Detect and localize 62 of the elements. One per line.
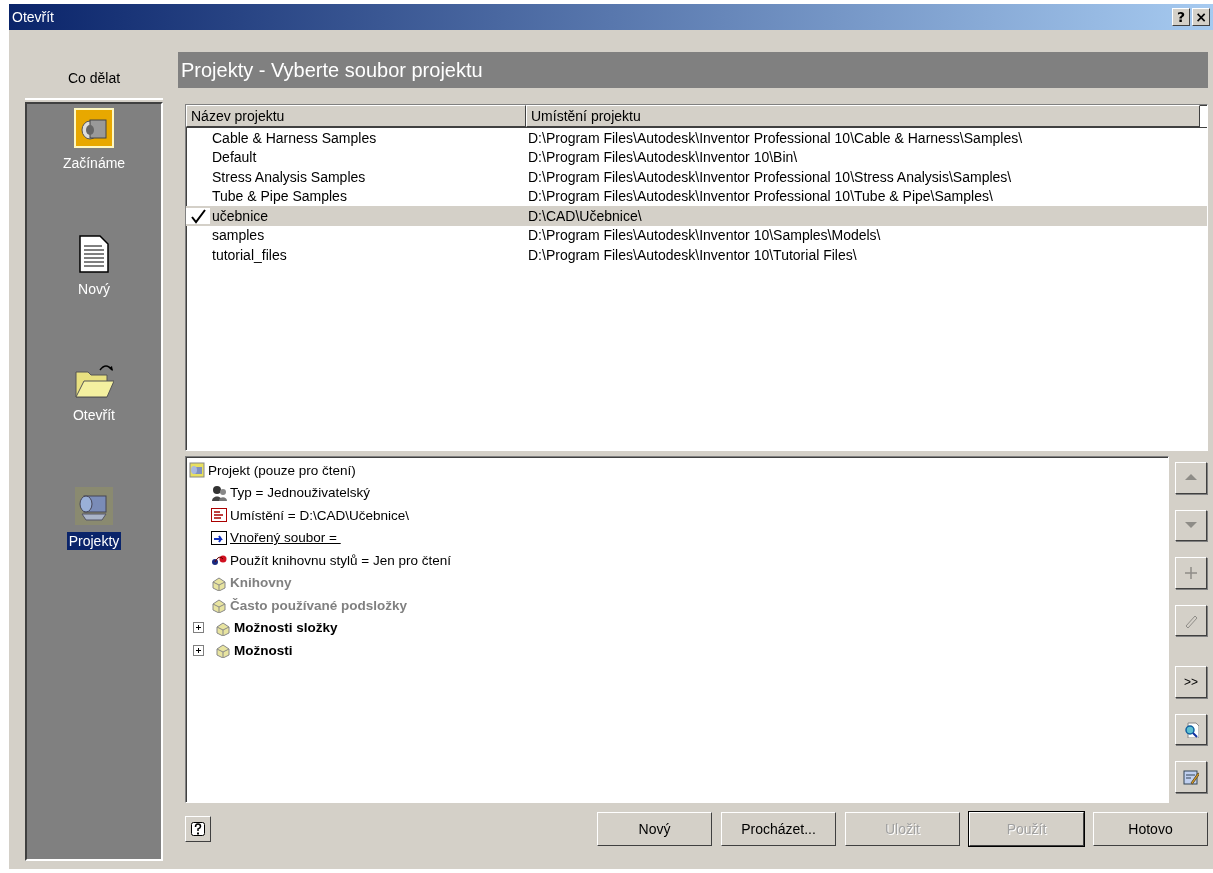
- table-cell-text: Tube & Pipe Samples: [211, 188, 348, 205]
- sidebar-item[interactable]: Otevřít: [71, 360, 117, 424]
- dialog-button[interactable]: Hotovo: [1093, 812, 1208, 846]
- expand-button[interactable]: >>: [1175, 666, 1207, 698]
- form-edit-icon: [1183, 769, 1199, 786]
- table-cell-text: D:\Program Files\Autodesk\Inventor Professional 10\Stress Analysis\Samples\: [527, 168, 1013, 185]
- table-row[interactable]: tutorial_files D:\Program Files\Autodesk\Inventor 10\Tutorial Files\: [186, 245, 1207, 265]
- projects-icon: [74, 486, 114, 526]
- table-row[interactable]: Tube & Pipe Samples D:\Program Files\Autodesk\Inventor Professional 10\Tube & Pipe\Samples\: [186, 186, 1207, 206]
- tree-item[interactable]: Vnořený soubor =: [230, 530, 341, 546]
- sidebar-item[interactable]: Projekty: [66, 486, 122, 550]
- text-field-icon: [211, 507, 227, 524]
- table-row[interactable]: učebnice D:\CAD\Učebnice\: [186, 206, 1207, 226]
- table-cell-text: Default: [211, 149, 258, 166]
- box-icon: [211, 597, 227, 614]
- table-cell-text: D:\Program Files\Autodesk\Inventor Professional 10\Cable & Harness\Samples\: [527, 129, 1024, 146]
- person-icon: [211, 484, 227, 501]
- table-cell-text: samples: [211, 227, 266, 244]
- section-header: Projekty - Vyberte soubor projektu: [178, 52, 1208, 88]
- project-icon: [189, 462, 205, 479]
- column-header[interactable]: Název projektu: [186, 105, 526, 127]
- linked-file-icon: [211, 529, 227, 546]
- tool-button[interactable]: [1175, 713, 1207, 746]
- column-header[interactable]: Umístění projektu: [526, 105, 1200, 127]
- table-cell-text: D:\Program Files\Autodesk\Inventor 10\Tutorial Files\: [527, 246, 858, 263]
- help-button[interactable]: ?: [1172, 8, 1190, 26]
- tree-item[interactable]: Projekt (pouze pro čtení): [208, 462, 356, 478]
- tree-item[interactable]: Umístění = D:\CAD\Učebnice\: [230, 507, 409, 523]
- window-title: Otevřít: [12, 9, 55, 25]
- plus-icon: [195, 646, 202, 654]
- table-cell-text: D:\CAD\Učebnice\: [527, 207, 643, 224]
- table-row[interactable]: Stress Analysis Samples D:\Program Files\Autodesk\Inventor Professional 10\Stress Analysis\Samples\: [186, 167, 1207, 187]
- table-cell-text: Cable & Harness Samples: [211, 129, 378, 146]
- help-icon: [190, 821, 206, 837]
- table-row[interactable]: Cable & Harness Samples D:\Program Files\Autodesk\Inventor Professional 10\Cable & Harness\Samples\: [186, 128, 1207, 148]
- tree-item[interactable]: Možnosti složky: [234, 620, 338, 636]
- dialog-button[interactable]: Procházet...: [721, 812, 836, 846]
- plus-icon: [195, 624, 202, 632]
- help-button[interactable]: [185, 816, 211, 842]
- expand-box[interactable]: [193, 622, 204, 634]
- table-cell-text: Stress Analysis Samples: [211, 168, 367, 185]
- part-icon: [74, 108, 114, 148]
- expand-box[interactable]: [193, 644, 204, 656]
- tree-item[interactable]: Typ = Jednouživatelský: [230, 485, 370, 501]
- table-cell-text: D:\Program Files\Autodesk\Inventor 10\Bin\: [527, 149, 799, 166]
- table-row[interactable]: samples D:\Program Files\Autodesk\Inventor 10\Samples\Models\: [186, 225, 1207, 245]
- table-cell-text: D:\Program Files\Autodesk\Inventor 10\Samples\Models\: [527, 227, 882, 244]
- magnifier-icon: [1183, 721, 1199, 738]
- tree-item[interactable]: Možnosti: [234, 642, 293, 658]
- plus-icon: [1183, 564, 1199, 581]
- table-cell-text: D:\Program Files\Autodesk\Inventor Professional 10\Tube & Pipe\Samples\: [527, 188, 994, 205]
- box-icon: [215, 642, 231, 659]
- sidebar-heading: Co dělat: [67, 70, 121, 86]
- sidebar-item[interactable]: Začínáme: [60, 108, 128, 172]
- table-cell-text: tutorial_files: [211, 246, 288, 263]
- table-cell-text: učebnice: [211, 207, 270, 224]
- sidebar-item[interactable]: Nový: [74, 234, 114, 298]
- tool-button[interactable]: [1175, 761, 1207, 794]
- close-button[interactable]: ×: [1192, 8, 1210, 26]
- tree-item[interactable]: Použít knihovnu stylů = Jen pro čtení: [230, 552, 451, 568]
- dialog-button[interactable]: Nový: [597, 812, 712, 846]
- table-row[interactable]: Default D:\Program Files\Autodesk\Inventor 10\Bin\: [186, 147, 1207, 167]
